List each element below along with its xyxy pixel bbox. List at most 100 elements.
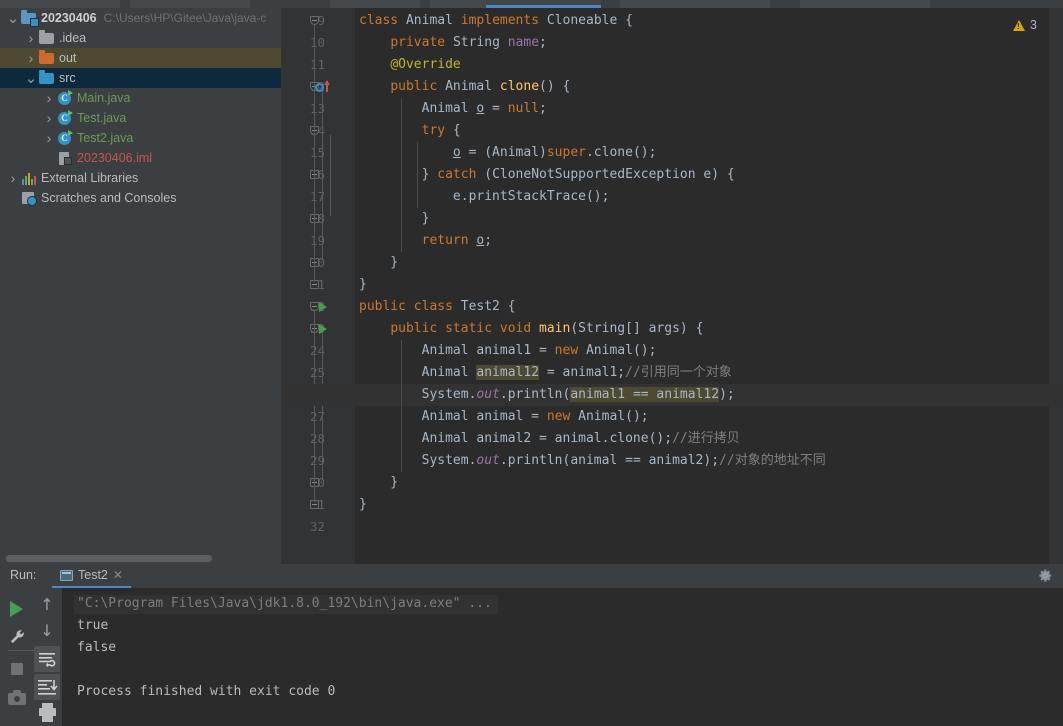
code-line[interactable]: o = (Animal)super.clone(); [359,142,657,164]
run-toolbar[interactable]: ↑ ↓ [0,588,62,726]
run-tab-label: Test2 [78,568,108,582]
module-folder-icon [20,8,39,28]
editor-code-area[interactable]: class Animal implements Cloneable { priv… [281,8,1063,564]
java-class-icon: C [56,88,74,108]
chevron-right-icon[interactable]: › [6,168,20,188]
code-line[interactable]: } catch (CloneNotSupportedException e) { [359,164,735,186]
idea-window: ⌄ 20230406 C:\Users\HP\Gitee\Java\java-c ›.… [0,0,1063,726]
tree-item-label: Scratches and Consoles [41,191,177,205]
stop-button[interactable] [4,656,30,682]
tree-item-20230406[interactable]: ⌄ 20230406 C:\Users\HP\Gitee\Java\java-c [0,8,281,28]
line-number: 27 [309,409,325,424]
tree-item-main-java[interactable]: › C Main.java [0,88,281,108]
tab-test2-java[interactable] [486,0,601,8]
indent-guide [417,142,418,208]
code-editor[interactable]: 9101112131415161718192021222324252627282… [281,8,1063,564]
next-occurrence-button[interactable]: ↓ [34,618,60,644]
code-line[interactable]: Animal o = null; [359,98,547,120]
code-line[interactable]: Animal animal12 = animal1;//引用同一个对象 [359,362,732,384]
run-configuration-icon [60,569,73,581]
tree-item-scratches-and-consoles[interactable]: Scratches and Consoles [0,188,281,208]
line-number: 10 [309,35,325,50]
code-line[interactable]: @Override [359,54,460,76]
code-line[interactable]: Animal animal = new Animal(); [359,406,649,428]
rerun-button[interactable] [4,594,30,620]
tree-item-out[interactable]: › out [0,48,281,68]
chevron-right-icon[interactable]: › [24,48,38,68]
inspection-warning-indicator[interactable]: 3 [1013,18,1037,32]
tree-item-test2-java[interactable]: › C Test2.java [0,128,281,148]
tree-item-path: C:\Users\HP\Gitee\Java\java-c [103,11,267,25]
warning-triangle-icon [1013,19,1026,31]
chevron-right-icon[interactable]: › [42,128,56,148]
run-label: Run: [10,568,37,582]
iml-file-icon [56,148,74,168]
code-line[interactable]: Animal animal2 = animal.clone();//进行拷贝 [359,428,740,450]
print-button[interactable] [34,700,60,726]
code-line[interactable]: e.printStackTrace(); [359,186,610,208]
chevron-right-icon[interactable]: › [42,108,56,128]
line-number: 25 [309,365,325,380]
line-number: 28 [309,431,325,446]
chevron-down-icon[interactable]: ⌄ [6,11,20,26]
tree-item-external-libraries[interactable]: › External Libraries [0,168,281,188]
arrow-up-icon: ↑ [40,595,54,614]
code-line[interactable]: } [359,472,398,494]
console-output-line: Process finished with exit code 0 [77,684,336,699]
code-line[interactable]: } [359,274,367,296]
close-icon[interactable]: ✕ [113,568,123,582]
folder-blue-icon [38,68,56,88]
fold-marker-icon[interactable] [310,16,319,25]
chevron-down-icon[interactable]: ⌄ [24,71,38,86]
tree-item-label: 20230406 [41,11,97,25]
code-line[interactable]: } [359,252,398,274]
indent-guide [401,98,402,252]
tree-item-label: Test.java [77,111,127,125]
console-output[interactable]: "C:\Program Files\Java\jdk1.8.0_192\bin\… [62,588,1063,726]
tree-item-test-java[interactable]: › C Test.java [0,108,281,128]
code-line[interactable]: System.out.println(animal1 == animal12); [359,384,735,406]
editor-gutter[interactable]: 9101112131415161718192021222324252627282… [281,8,355,564]
tree-item-20230406-iml[interactable]: 20230406.iml [0,148,281,168]
code-line[interactable]: System.out.println(animal == animal2);//… [359,450,826,472]
tree-item-label: Main.java [77,91,131,105]
run-gutter-icon[interactable] [319,302,327,312]
code-line[interactable]: public static void main(String[] args) { [359,318,703,340]
line-number: 13 [309,101,325,116]
tree-item-src[interactable]: ⌄ src [0,68,281,88]
gear-icon[interactable] [1038,568,1053,583]
chevron-right-icon[interactable]: › [42,88,56,108]
scrollbar-thumb[interactable] [6,555,212,562]
scratches-icon [20,188,38,208]
code-line[interactable]: } [359,494,367,516]
tree-item-label: out [59,51,77,65]
code-line[interactable]: class Animal implements Cloneable { [359,10,633,32]
run-tool-window[interactable]: Run: Test2 ✕ ↑ ↓ "C:\Program Files\Java\… [0,564,1063,726]
run-tab-test2[interactable]: Test2 ✕ [52,564,131,588]
fold-guide-line [322,91,323,260]
tree-item-label: 20230406.iml [77,151,153,165]
code-line[interactable]: public class Test2 { [359,296,516,318]
edit-configuration-button[interactable] [4,624,30,650]
project-tool-window[interactable]: ⌄ 20230406 C:\Users\HP\Gitee\Java\java-c ›.… [0,8,281,553]
prev-occurrence-button[interactable]: ↑ [34,592,60,618]
code-line[interactable]: private String name; [359,32,547,54]
java-class-icon: C [56,108,74,128]
code-line[interactable]: } [359,208,430,230]
console-command-line: "C:\Program Files\Java\jdk1.8.0_192\bin\… [77,596,492,611]
code-line[interactable]: public Animal clone() { [359,76,570,98]
soft-wrap-button[interactable] [34,646,60,672]
tree-item-idea[interactable]: › .idea [0,28,281,48]
wrench-icon [10,630,24,644]
project-tree-hscrollbar[interactable] [0,553,281,564]
code-line[interactable]: return o; [359,230,492,252]
fold-marker-icon[interactable] [310,302,319,311]
scroll-to-end-button[interactable] [34,674,60,700]
chevron-right-icon[interactable]: › [24,28,38,48]
editor-tab-strip[interactable] [0,0,1063,8]
code-line[interactable]: try { [359,120,461,142]
screenshot-button[interactable] [4,686,30,712]
run-gutter-icon[interactable] [319,324,327,334]
fold-guide-line [314,25,315,282]
code-line[interactable]: Animal animal1 = new Animal(); [359,340,657,362]
